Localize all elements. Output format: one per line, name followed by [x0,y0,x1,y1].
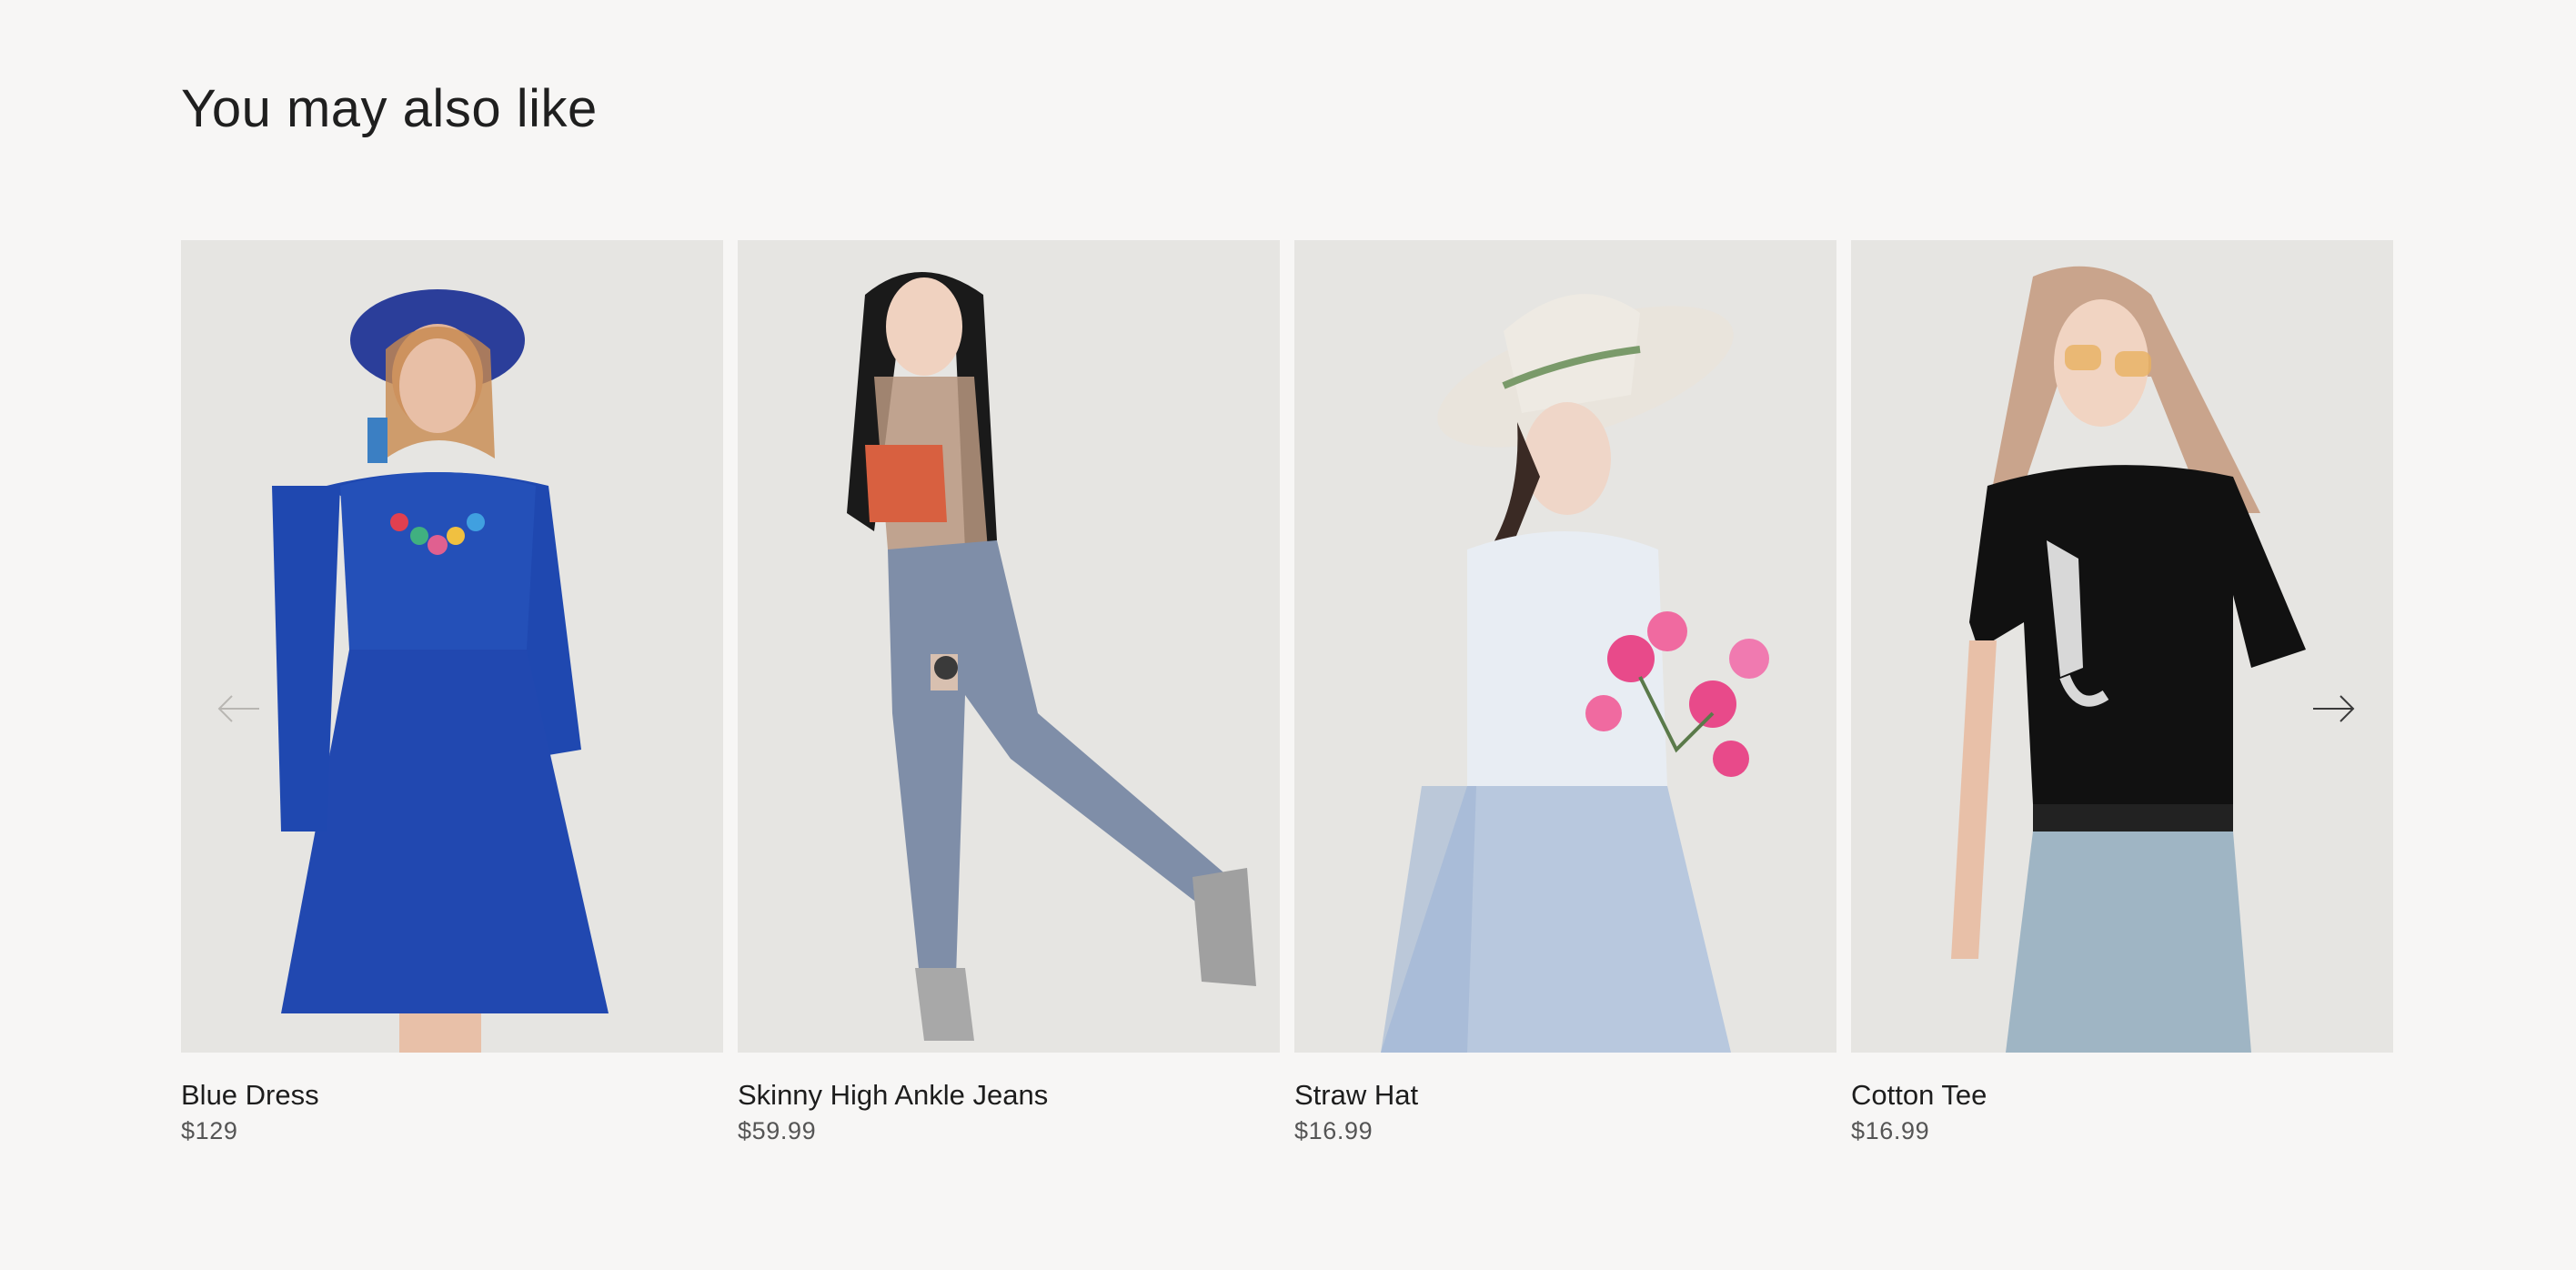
product-name[interactable]: Blue Dress [181,1079,723,1112]
carousel-next-button[interactable] [2309,686,2364,731]
model-in-black-tee-photo [1851,240,2393,1053]
page: You may also like Blue Dress $129 Skinny… [0,0,2576,1270]
product-name[interactable]: Straw Hat [1294,1079,1836,1112]
product-card-skinny-jeans[interactable]: Skinny High Ankle Jeans $59.99 [738,240,1280,1145]
product-image-straw-hat[interactable] [1294,240,1836,1053]
product-name[interactable]: Skinny High Ankle Jeans [738,1079,1280,1112]
product-name[interactable]: Cotton Tee [1851,1079,2393,1112]
product-price: $129 [181,1117,238,1144]
product-price: $16.99 [1851,1117,1930,1144]
product-card-straw-hat[interactable]: Straw Hat $16.99 [1294,240,1836,1145]
product-carousel: Blue Dress $129 Skinny High Ankle Jeans … [181,240,2394,1150]
product-price: $16.99 [1294,1117,1374,1144]
product-price: $59.99 [738,1117,817,1144]
model-in-blue-dress-photo [181,240,723,1053]
arrow-left-icon [217,695,259,722]
model-in-ripped-jeans-photo [738,240,1280,1053]
carousel-prev-button[interactable] [214,686,268,731]
section-title: You may also like [181,79,598,138]
arrow-right-icon [2313,695,2355,722]
product-image-skinny-jeans[interactable] [738,240,1280,1053]
product-image-blue-dress[interactable] [181,240,723,1053]
model-in-straw-hat-photo [1294,240,1836,1053]
product-image-cotton-tee[interactable] [1851,240,2393,1053]
